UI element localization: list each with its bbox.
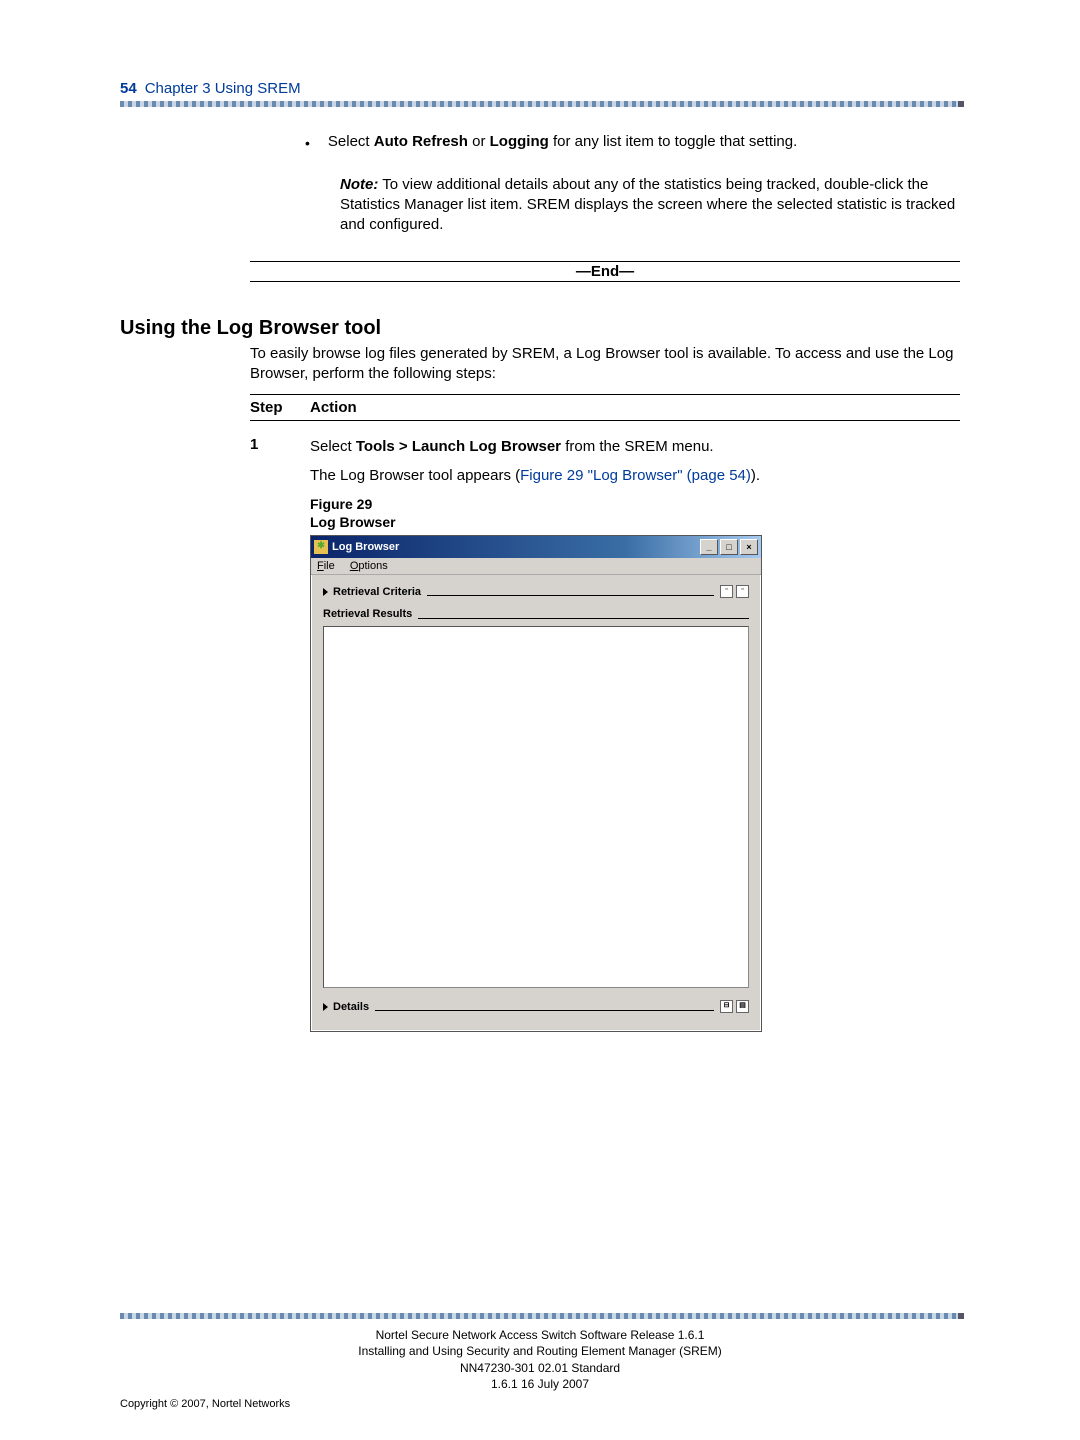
criteria-icon-2[interactable]: ▫ bbox=[736, 585, 749, 598]
page-number: 54 bbox=[120, 80, 137, 97]
figure-caption: Figure 29 Log Browser bbox=[310, 496, 960, 531]
step-row: 1 Select Tools > Launch Log Browser from… bbox=[250, 436, 960, 486]
text: from the SREM menu. bbox=[561, 438, 714, 455]
section-label: Retrieval Criteria bbox=[333, 586, 421, 598]
minimize-button[interactable]: _ bbox=[700, 539, 718, 555]
step-header: Step bbox=[250, 399, 310, 416]
window-title: Log Browser bbox=[332, 541, 399, 553]
note-label: Note: bbox=[340, 176, 378, 193]
footer-line3: NN47230-301 02.01 Standard bbox=[120, 1360, 960, 1376]
text: or bbox=[468, 133, 490, 150]
bullet-dot-icon: • bbox=[305, 134, 310, 153]
figure-number: Figure 29 bbox=[310, 496, 372, 512]
intro-paragraph: To easily browse log files generated by … bbox=[250, 344, 960, 385]
menu-bar: File Options bbox=[311, 558, 761, 575]
close-button[interactable]: × bbox=[740, 539, 758, 555]
retrieval-results-header: Retrieval Results bbox=[323, 608, 749, 620]
maximize-button[interactable]: □ bbox=[720, 539, 738, 555]
footer-line4: 1.6.1 16 July 2007 bbox=[120, 1376, 960, 1392]
section-heading: Using the Log Browser tool bbox=[120, 317, 960, 340]
expand-icon bbox=[323, 588, 328, 596]
menu-options[interactable]: Options bbox=[350, 560, 388, 572]
expand-icon bbox=[323, 1003, 328, 1011]
footer-line1: Nortel Secure Network Access Switch Soft… bbox=[120, 1327, 960, 1343]
step-action-header: Step Action bbox=[250, 394, 960, 421]
details-icon-1[interactable]: ⊟ bbox=[720, 1000, 733, 1013]
bold-text: Auto Refresh bbox=[374, 133, 468, 150]
top-rule bbox=[120, 101, 960, 107]
end-marker: —End— bbox=[250, 261, 960, 282]
text: ). bbox=[751, 467, 760, 484]
bold-text: Tools > Launch Log Browser bbox=[356, 438, 561, 455]
bottom-rule bbox=[120, 1313, 960, 1319]
bold-text: Logging bbox=[490, 133, 549, 150]
window-buttons: _ □ × bbox=[700, 539, 758, 555]
page-header: 54 Chapter 3 Using SREM bbox=[120, 80, 960, 97]
text: Select bbox=[328, 133, 374, 150]
window-titlebar: ✱ Log Browser _ □ × bbox=[311, 536, 761, 558]
chapter-title: Chapter 3 Using SREM bbox=[145, 80, 301, 97]
app-icon: ✱ bbox=[314, 540, 328, 554]
step-action: Select Tools > Launch Log Browser from t… bbox=[310, 436, 960, 486]
results-area bbox=[323, 626, 749, 988]
text: for any list item to toggle that setting… bbox=[549, 133, 797, 150]
note-block: Note: To view additional details about a… bbox=[340, 175, 960, 236]
log-browser-window: ✱ Log Browser _ □ × File Options Retriev… bbox=[310, 535, 762, 1032]
note-text: To view additional details about any of … bbox=[340, 176, 955, 234]
figure-title: Log Browser bbox=[310, 514, 396, 530]
details-icon-2[interactable]: ▤ bbox=[736, 1000, 749, 1013]
figure-link[interactable]: Figure 29 "Log Browser" (page 54) bbox=[520, 467, 751, 484]
section-label: Retrieval Results bbox=[323, 608, 412, 620]
criteria-icon-1[interactable]: ▫ bbox=[720, 585, 733, 598]
step-number: 1 bbox=[250, 436, 310, 486]
retrieval-criteria-header[interactable]: Retrieval Criteria ▫ ▫ bbox=[323, 585, 749, 598]
copyright: Copyright © 2007, Nortel Networks bbox=[120, 1398, 960, 1410]
page-footer: Nortel Secure Network Access Switch Soft… bbox=[120, 1313, 960, 1410]
action-header: Action bbox=[310, 399, 960, 416]
bullet-item: • Select Auto Refresh or Logging for any… bbox=[305, 132, 960, 153]
bullet-text: Select Auto Refresh or Logging for any l… bbox=[328, 132, 797, 153]
footer-line2: Installing and Using Security and Routin… bbox=[120, 1343, 960, 1359]
text: The Log Browser tool appears ( bbox=[310, 467, 520, 484]
details-header[interactable]: Details ⊟ ▤ bbox=[323, 1000, 749, 1013]
menu-file[interactable]: File bbox=[317, 560, 335, 572]
text: Select bbox=[310, 438, 356, 455]
section-label: Details bbox=[333, 1001, 369, 1013]
